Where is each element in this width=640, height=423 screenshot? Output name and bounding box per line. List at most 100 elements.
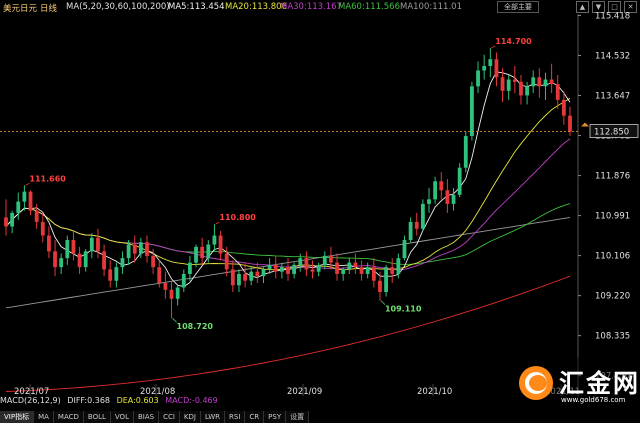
tab-12[interactable]: 设置 bbox=[286, 411, 310, 423]
candle-body bbox=[53, 251, 57, 268]
candle-body bbox=[457, 167, 462, 195]
candle-body bbox=[310, 269, 315, 272]
tab-11[interactable]: PSY bbox=[264, 411, 287, 423]
candle-body bbox=[341, 269, 346, 274]
tab-7[interactable]: KDJ bbox=[179, 411, 201, 423]
candle-body bbox=[96, 237, 100, 252]
candle-body bbox=[298, 258, 303, 265]
candle-body bbox=[65, 240, 70, 259]
macd-value: MACD:-0.469 bbox=[165, 396, 218, 405]
candle-body bbox=[322, 255, 327, 265]
candle-body bbox=[188, 262, 192, 274]
candle bbox=[463, 131, 468, 173]
candle-body bbox=[371, 267, 376, 281]
candle-body bbox=[157, 267, 162, 283]
candle-body bbox=[10, 212, 15, 227]
annotation-label: 108.720 bbox=[177, 322, 214, 331]
candle-body bbox=[347, 262, 352, 270]
candle-body bbox=[543, 79, 548, 87]
candle-body bbox=[568, 115, 572, 132]
y-tick-label: 109.220 bbox=[595, 292, 630, 302]
candlestick-chart[interactable]: 115.418114.532113.647112.761111.876110.9… bbox=[0, 0, 640, 396]
candle-body bbox=[390, 267, 395, 274]
candle-body bbox=[488, 59, 493, 66]
y-tick-label: 115.418 bbox=[595, 11, 630, 21]
tab-3[interactable]: BOLL bbox=[83, 411, 111, 423]
candle-body bbox=[445, 190, 450, 204]
macd-readout: MACD(26,12,9) DIFF:0.368 DEA:0.603 MACD:… bbox=[0, 396, 222, 405]
y-tick-label: 110.991 bbox=[595, 212, 630, 222]
candle-body bbox=[83, 251, 88, 268]
candle-body bbox=[114, 267, 119, 281]
logo-url: www.gold678.com bbox=[561, 396, 626, 404]
candle-body bbox=[206, 244, 211, 259]
candle-body bbox=[500, 77, 505, 91]
candle-body bbox=[224, 253, 229, 270]
candle-body bbox=[506, 79, 511, 91]
candle-body bbox=[470, 86, 474, 137]
candle-body bbox=[200, 246, 205, 259]
candle-body bbox=[169, 289, 174, 299]
candle-body bbox=[132, 244, 137, 254]
candle-body bbox=[16, 201, 21, 213]
candle-body bbox=[414, 221, 419, 229]
candle-body bbox=[304, 258, 309, 270]
x-tick-label: 2021/10 bbox=[417, 387, 452, 396]
annotation-label: 114.700 bbox=[495, 37, 532, 46]
candle-body bbox=[249, 271, 254, 281]
candle-body bbox=[138, 242, 143, 254]
y-tick-label: 114.532 bbox=[595, 52, 630, 62]
candle-body bbox=[230, 269, 235, 286]
candle-body bbox=[47, 235, 51, 252]
x-tick-label: 2021/07 bbox=[14, 387, 49, 396]
tab-1[interactable]: MA bbox=[34, 411, 54, 423]
y-tick-label: 111.876 bbox=[595, 172, 630, 182]
candle-body bbox=[494, 59, 499, 78]
tab-5[interactable]: BIAS bbox=[133, 411, 160, 423]
candle-body bbox=[316, 264, 321, 272]
candle-body bbox=[28, 191, 33, 211]
candle-body bbox=[279, 267, 284, 272]
annotation-label: 110.800 bbox=[219, 213, 256, 222]
candle-body bbox=[218, 235, 223, 254]
candle-body bbox=[555, 84, 560, 100]
candle-body bbox=[561, 99, 566, 116]
y-tick-label: 108.335 bbox=[595, 332, 630, 342]
candle-body bbox=[433, 181, 438, 200]
candle-body bbox=[378, 280, 382, 293]
logo-icon bbox=[519, 366, 553, 400]
candle bbox=[457, 163, 462, 198]
candle-body bbox=[549, 79, 554, 85]
tab-4[interactable]: VOL bbox=[110, 411, 134, 423]
tab-10[interactable]: CR bbox=[245, 411, 265, 423]
candle-body bbox=[353, 262, 358, 268]
candle-body bbox=[463, 136, 468, 168]
macd-diff: DIFF:0.368 bbox=[67, 396, 111, 405]
candle-body bbox=[531, 77, 536, 87]
tab-2[interactable]: MACD bbox=[53, 411, 84, 423]
tab-9[interactable]: RSI bbox=[225, 411, 246, 423]
candle-body bbox=[237, 273, 241, 286]
macd-label: MACD(26,12,9) bbox=[0, 396, 61, 405]
candle-body bbox=[22, 191, 27, 202]
candle-body bbox=[89, 237, 94, 252]
candle-body bbox=[102, 251, 106, 270]
candle-body bbox=[519, 81, 523, 96]
candle-body bbox=[482, 65, 487, 71]
candle-body bbox=[365, 267, 370, 274]
candle-body bbox=[384, 267, 388, 293]
y-tick-label: 113.647 bbox=[595, 92, 630, 102]
candle-body bbox=[71, 240, 76, 254]
tab-6[interactable]: CCI bbox=[159, 411, 180, 423]
candle-body bbox=[59, 258, 64, 268]
indicator-tabs: VIP指标 MA MACD BOLL VOL BIAS CCI KDJ LWR RSI CR PSY 设… bbox=[0, 411, 310, 423]
candle-body bbox=[329, 255, 333, 263]
candle-body bbox=[396, 258, 401, 274]
x-tick-label: 2021/08 bbox=[140, 387, 175, 396]
logo-text: 汇金网 bbox=[559, 369, 640, 398]
tab-0[interactable]: VIP指标 bbox=[0, 411, 35, 423]
candle-body bbox=[359, 267, 364, 274]
candle-body bbox=[194, 246, 198, 263]
tab-8[interactable]: LWR bbox=[200, 411, 226, 423]
candle-body bbox=[335, 262, 339, 274]
